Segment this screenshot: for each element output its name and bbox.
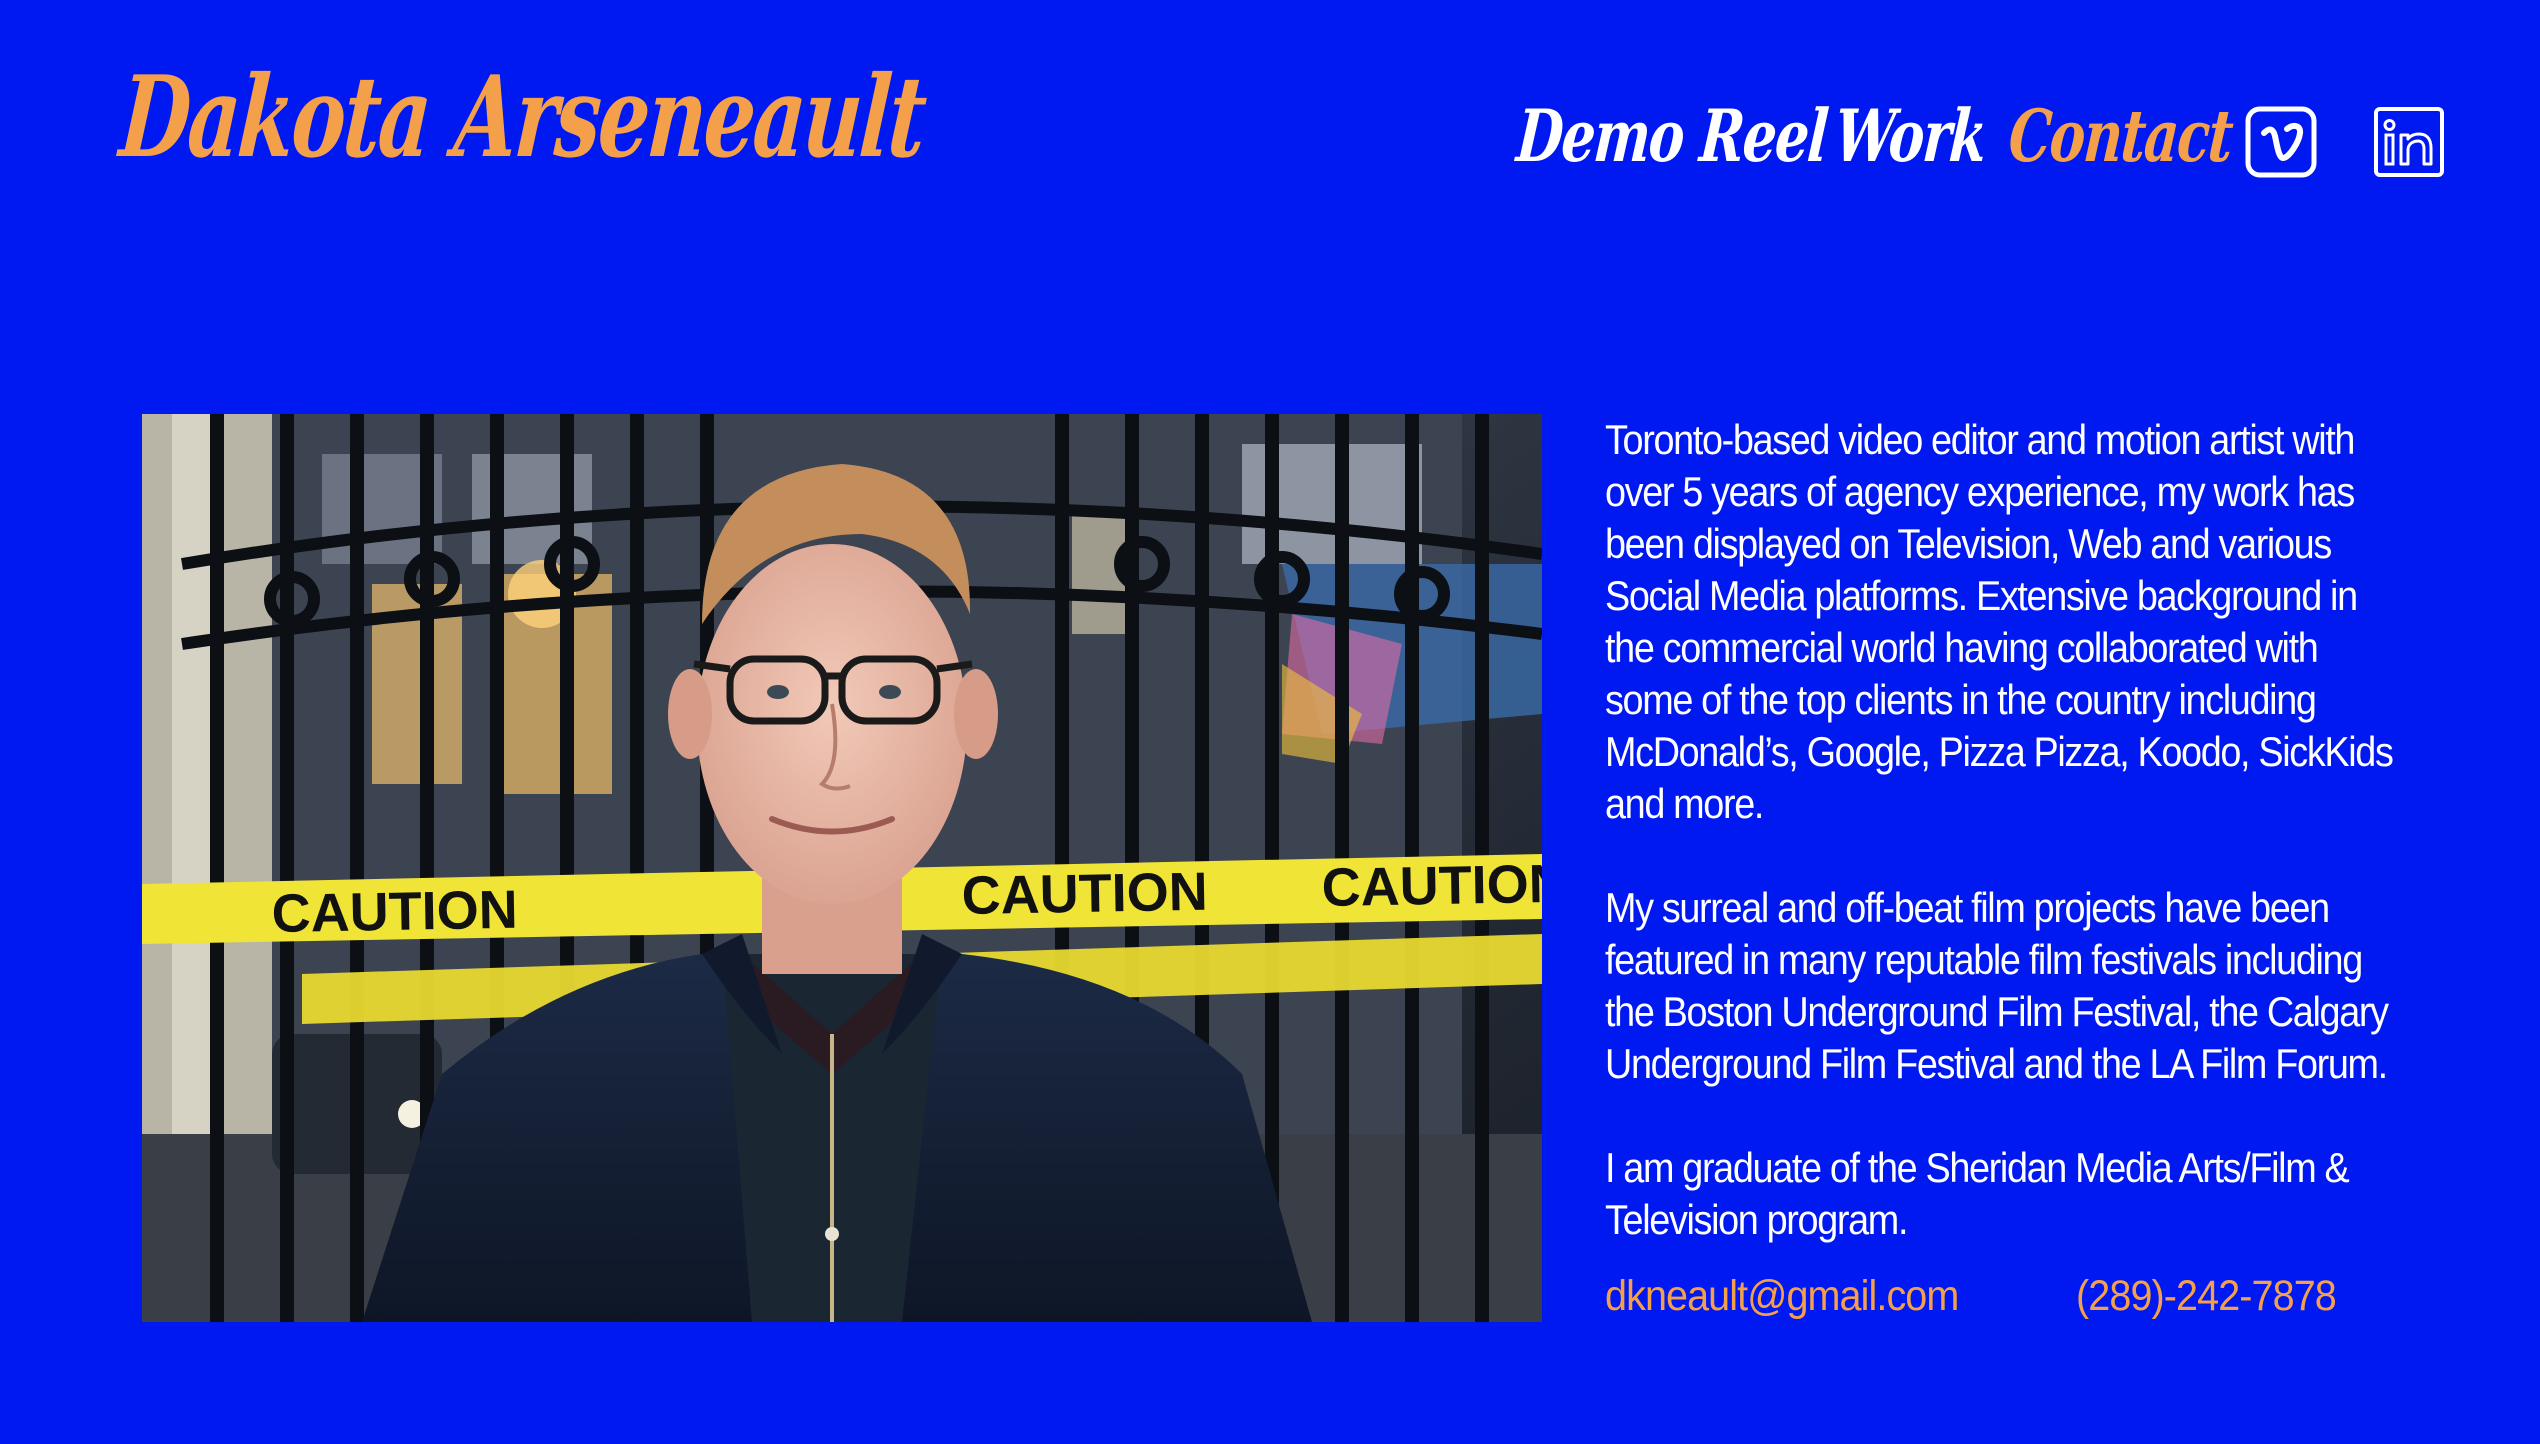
linkedin-link[interactable]: [2373, 106, 2445, 178]
site-logo[interactable]: Dakota Arseneault: [116, 52, 929, 183]
caution-text-1: CAUTION: [271, 880, 518, 944]
caution-text-3: CAUTION: [1321, 854, 1542, 918]
vimeo-link[interactable]: [2245, 106, 2317, 178]
portrait-image: CAUTION CAUTION CAUTION: [142, 414, 1542, 1322]
contact-info: dkneault@gmail.com (289)-242-7878: [1605, 1272, 2369, 1328]
nav-work[interactable]: Work: [1832, 93, 1989, 178]
bio-paragraph: I am graduate of the Sheridan Media Arts…: [1605, 1144, 2350, 1243]
nav-contact[interactable]: Contact: [2006, 93, 2235, 178]
main-nav: Demo Reel Work Contact: [1514, 93, 2450, 190]
nav-demo-reel[interactable]: Demo Reel: [1514, 93, 1830, 178]
phone-link[interactable]: (289)-242-7878: [2076, 1272, 2337, 1321]
bio-paragraph: My surreal and off-beat film projects ha…: [1605, 884, 2389, 1087]
bio-text: Toronto-based video editor and motion ar…: [1605, 414, 2397, 1246]
email-link[interactable]: dkneault@gmail.com: [1605, 1272, 1959, 1321]
linkedin-icon: [2374, 107, 2444, 177]
bio-paragraph: Toronto-based video editor and motion ar…: [1605, 416, 2394, 827]
vimeo-icon: [2245, 106, 2317, 178]
portrait-photo: CAUTION CAUTION CAUTION: [142, 414, 1542, 1322]
caution-text-2: CAUTION: [961, 862, 1208, 926]
